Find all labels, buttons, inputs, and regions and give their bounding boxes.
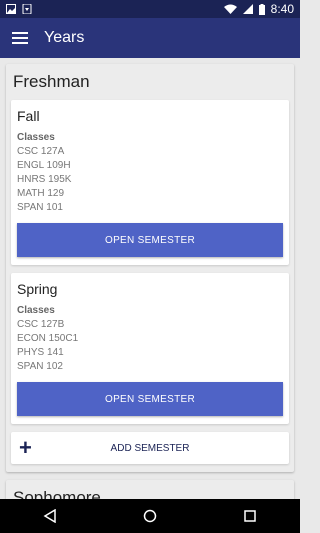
semester-card-spring: Spring Classes CSC 127B ECON 150C1 PHYS …	[11, 273, 289, 424]
semester-card-fall: Fall Classes CSC 127A ENGL 109H HNRS 195…	[11, 100, 289, 265]
year-card-freshman: Freshman Fall Classes CSC 127A ENGL 109H…	[6, 64, 294, 472]
year-card-sophomore: Sophomore	[6, 480, 294, 499]
class-item: CSC 127A	[17, 146, 65, 157]
class-item: ECON 150C1	[17, 333, 79, 344]
wifi-icon	[223, 4, 237, 14]
navigation-bar	[0, 499, 300, 533]
class-item: PHYS 141	[17, 347, 64, 358]
app-bar: Years	[0, 18, 300, 58]
year-title: Sophomore	[13, 488, 101, 499]
status-time: 8:40	[270, 2, 294, 16]
recents-icon[interactable]	[243, 509, 257, 523]
back-icon[interactable]	[43, 509, 57, 523]
class-item: ENGL 109H	[17, 160, 71, 171]
years-list[interactable]: Freshman Fall Classes CSC 127A ENGL 109H…	[0, 58, 300, 499]
signal-icon	[242, 4, 253, 14]
add-semester-label: ADD SEMESTER	[110, 442, 190, 454]
add-semester-button[interactable]: + ADD SEMESTER	[11, 432, 289, 464]
menu-icon[interactable]	[12, 30, 28, 46]
class-item: SPAN 102	[17, 361, 63, 372]
class-item: HNRS 195K	[17, 174, 72, 185]
plus-icon: +	[19, 435, 32, 460]
classes-label: Classes	[17, 305, 55, 316]
open-semester-button[interactable]: OPEN SEMESTER	[17, 382, 283, 416]
page-title: Years	[44, 29, 85, 46]
image-icon	[6, 4, 16, 14]
battery-icon	[258, 3, 265, 15]
class-item: SPAN 101	[17, 202, 63, 213]
classes-label: Classes	[17, 132, 55, 143]
status-bar: 8:40	[0, 0, 300, 18]
home-icon[interactable]	[143, 509, 157, 523]
open-semester-button[interactable]: OPEN SEMESTER	[17, 223, 283, 257]
class-item: CSC 127B	[17, 319, 65, 330]
semester-title: Fall	[17, 108, 40, 124]
year-title: Freshman	[13, 72, 90, 91]
class-item: MATH 129	[17, 188, 65, 199]
download-icon	[22, 4, 32, 14]
semester-title: Spring	[17, 281, 58, 297]
